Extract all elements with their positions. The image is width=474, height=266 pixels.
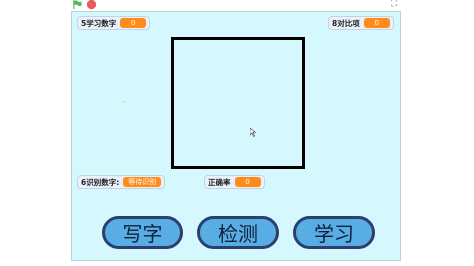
monitor-value: 0 [120, 18, 147, 28]
monitor-label: 8对比项 [332, 18, 360, 28]
monitor-learned-count: 5学习数字 0 [77, 16, 151, 30]
stage-toolbar: ⛶ [0, 0, 474, 11]
monitor-value: 等待识别 [123, 177, 162, 187]
monitor-compare-items: 8对比项 0 [328, 16, 394, 30]
stage[interactable]: 5学习数字 0 8对比项 0 6识别数字: 等待识别 正确率 0 写字 检测 学… [71, 11, 401, 261]
monitor-recognized-digit: 6识别数字: 等待识别 [77, 175, 166, 189]
monitor-accuracy: 正确率 0 [204, 175, 265, 189]
mouse-cursor-icon [250, 128, 256, 137]
detect-button[interactable]: 检测 [197, 216, 279, 249]
monitor-label: 5学习数字 [81, 18, 117, 28]
stage-speck [123, 101, 124, 102]
drawing-canvas[interactable] [171, 37, 305, 169]
monitor-label: 正确率 [208, 177, 231, 187]
learn-button[interactable]: 学习 [293, 216, 375, 249]
write-button[interactable]: 写字 [102, 216, 183, 249]
monitor-value: 0 [234, 177, 261, 187]
monitor-label: 6识别数字: [81, 177, 120, 187]
fullscreen-icon[interactable]: ⛶ [391, 0, 400, 9]
stop-icon[interactable] [87, 0, 96, 9]
monitor-value: 0 [363, 18, 390, 28]
green-flag-icon[interactable] [73, 0, 82, 9]
